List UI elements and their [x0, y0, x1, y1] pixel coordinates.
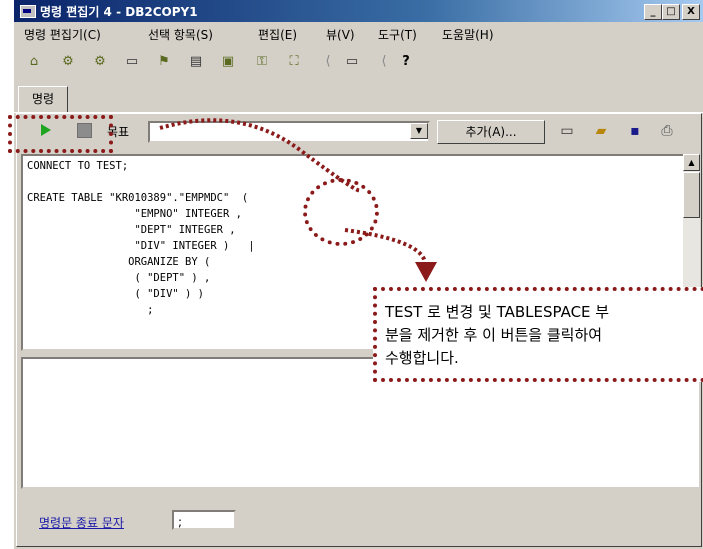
callout-line-2: 분을 제거한 후 이 버튼을 클릭하여 [385, 326, 603, 344]
annotation-arrows [159, 118, 437, 282]
arrow-to-callout [344, 228, 427, 263]
arrow-to-connect [159, 118, 362, 193]
callout-line-3: 수행합니다. [385, 349, 459, 367]
callout-line-1: TEST 로 변경 및 TABLESPACE 부 [385, 303, 610, 321]
arrow-head [415, 262, 437, 282]
instruction-callout: TEST 로 변경 및 TABLESPACE 부 분을 제거한 후 이 버튼을 … [373, 287, 703, 382]
callout-text: TEST 로 변경 및 TABLESPACE 부 분을 제거한 후 이 버튼을 … [385, 301, 703, 370]
